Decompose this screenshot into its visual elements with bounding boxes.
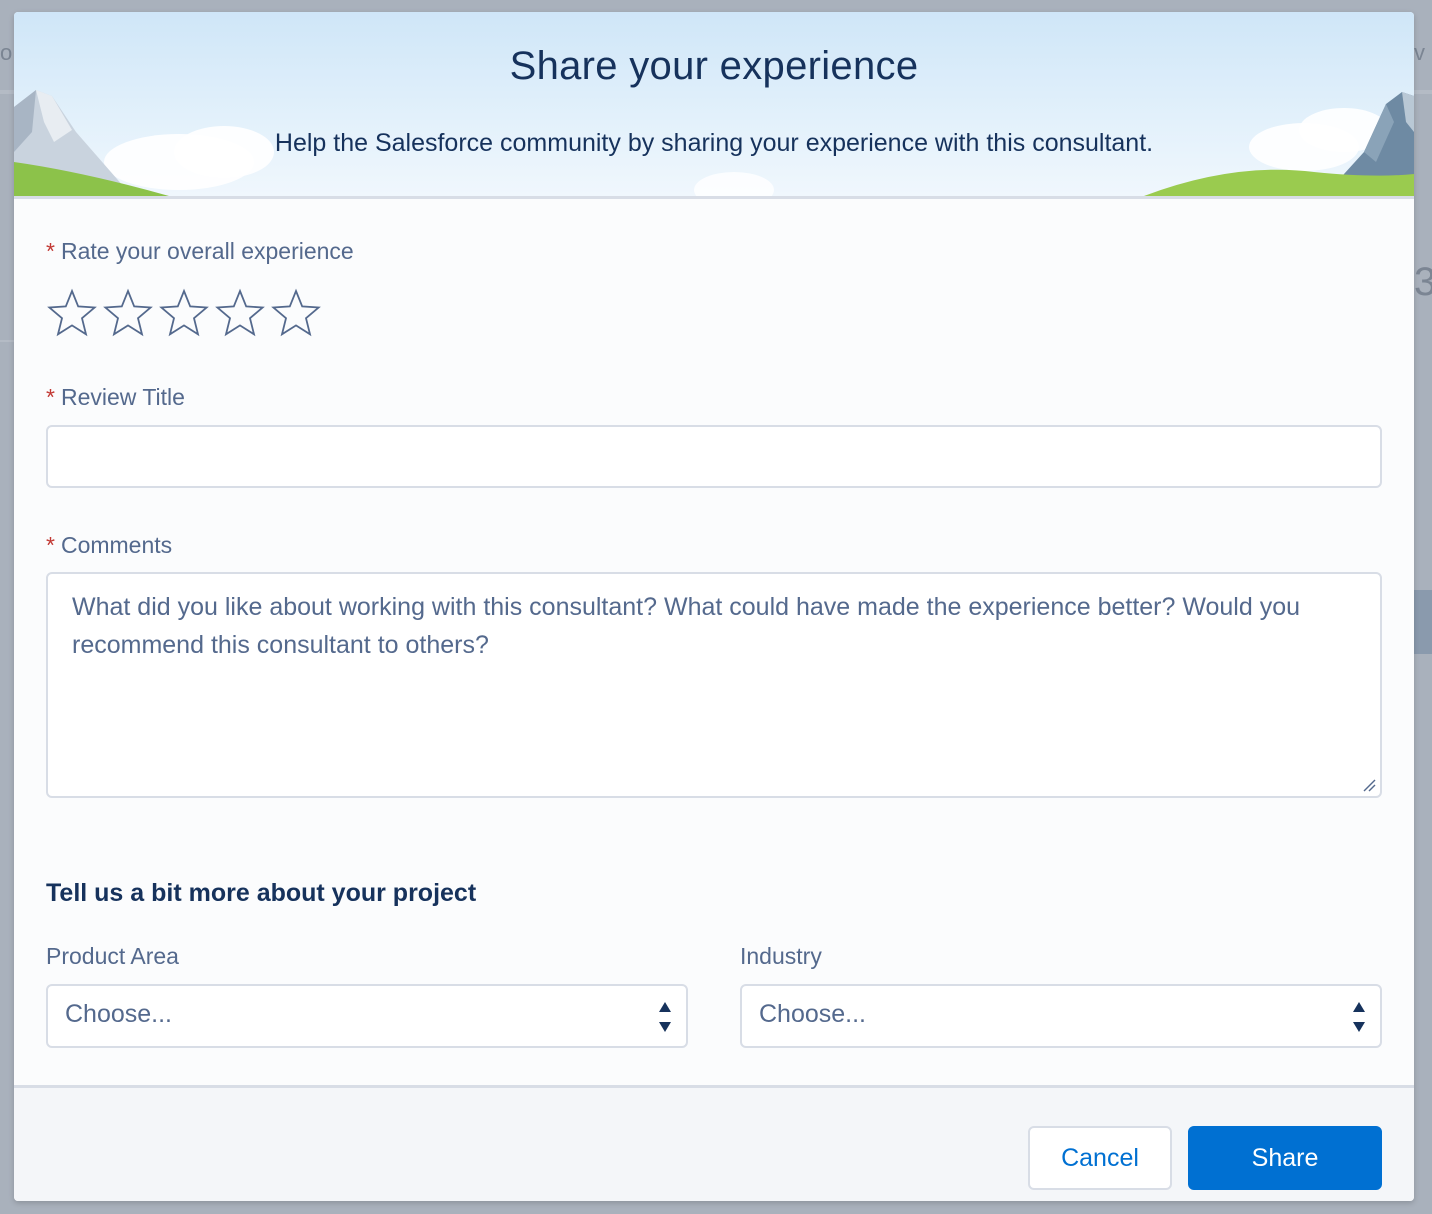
star-rating: [47, 288, 321, 338]
modal-footer: Cancel Share: [14, 1085, 1414, 1201]
comments-label: * Comments: [46, 532, 172, 559]
comments-label-text: Comments: [60, 532, 173, 558]
resize-handle-icon[interactable]: [1360, 776, 1376, 792]
review-title-label-text: Review Title: [60, 384, 185, 410]
product-area-select[interactable]: Choose...: [46, 984, 688, 1048]
review-title-label: * Review Title: [46, 384, 185, 411]
landscape-illustration: [14, 90, 1414, 196]
rating-label: * Rate your overall experience: [46, 238, 354, 265]
star-3-icon[interactable]: [159, 288, 209, 338]
star-2-icon[interactable]: [103, 288, 153, 338]
background-divider: [0, 340, 14, 342]
industry-label: Industry: [740, 943, 822, 969]
background-button-edge: [1414, 590, 1432, 654]
star-5-icon[interactable]: [271, 288, 321, 338]
cancel-button[interactable]: Cancel: [1028, 1126, 1172, 1190]
background-fragment: o: [0, 40, 13, 65]
required-marker: *: [46, 532, 55, 558]
comments-placeholder: What did you like about working with thi…: [72, 593, 1301, 659]
modal-title: Share your experience: [509, 44, 919, 88]
share-button[interactable]: Share: [1188, 1126, 1382, 1190]
product-area-value: Choose...: [65, 1000, 173, 1028]
select-arrows-icon: [659, 1002, 671, 1032]
industry-select[interactable]: Choose...: [740, 984, 1382, 1048]
comments-textarea[interactable]: What did you like about working with thi…: [46, 572, 1382, 798]
industry-value: Choose...: [759, 1000, 867, 1028]
background-fragment: 3: [1414, 260, 1432, 304]
product-area-label: Product Area: [46, 943, 179, 969]
background-fragment: v: [1414, 40, 1425, 65]
project-section-heading: Tell us a bit more about your project: [46, 879, 477, 907]
review-title-input[interactable]: [46, 425, 1382, 488]
star-4-icon[interactable]: [215, 288, 265, 338]
star-1-icon[interactable]: [47, 288, 97, 338]
share-experience-modal: Share your experience Help the Salesforc…: [14, 12, 1414, 1201]
modal-header: Share your experience Help the Salesforc…: [14, 12, 1414, 199]
modal-subtitle: Help the Salesforce community by sharing…: [274, 129, 1154, 157]
required-marker: *: [46, 238, 55, 264]
required-marker: *: [46, 384, 55, 410]
select-arrows-icon: [1353, 1002, 1365, 1032]
rating-label-text: Rate your overall experience: [60, 238, 354, 264]
